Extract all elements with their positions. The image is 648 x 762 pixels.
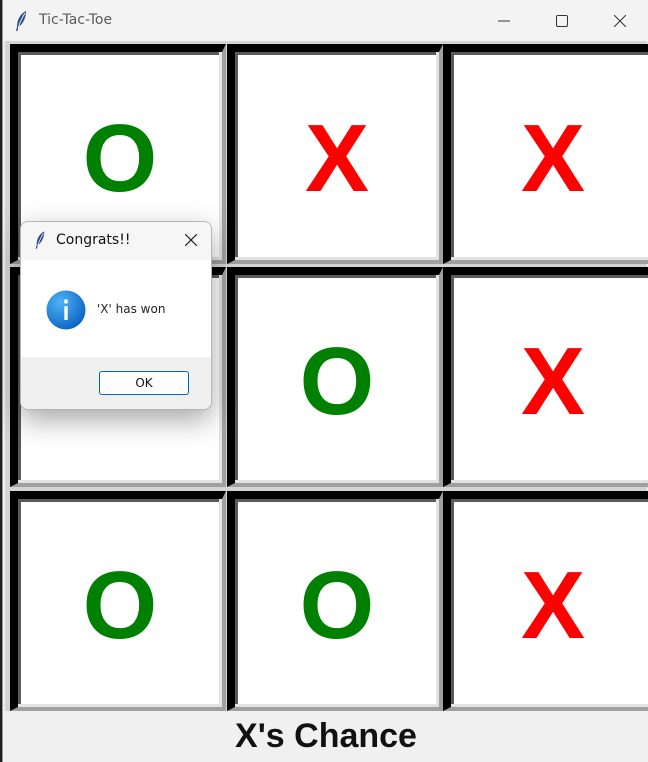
cell-mark: X xyxy=(520,105,586,212)
ok-button[interactable]: OK xyxy=(99,371,189,395)
dialog-body: 'X' has won xyxy=(21,260,211,357)
minimize-icon xyxy=(498,20,510,22)
close-icon xyxy=(185,234,197,246)
board-cell-5[interactable]: O xyxy=(227,267,443,487)
cell-mark: O xyxy=(299,328,375,435)
cell-mark: X xyxy=(520,328,586,435)
cell-mark: X xyxy=(304,105,370,212)
feather-icon xyxy=(16,11,26,31)
dialog-title-bar[interactable]: Congrats!! xyxy=(21,222,211,260)
congrats-dialog: Congrats!! 'X' has won OK xyxy=(20,221,212,410)
cell-mark: X xyxy=(520,552,586,659)
board-cell-9[interactable]: X xyxy=(443,491,648,711)
dialog-close-button[interactable] xyxy=(179,228,203,252)
board-cell-6[interactable]: X xyxy=(443,267,648,487)
cell-mark: O xyxy=(299,552,375,659)
cell-mark: O xyxy=(82,105,158,212)
maximize-button[interactable] xyxy=(533,0,591,42)
cell-mark: O xyxy=(82,552,158,659)
board-cell-8[interactable]: O xyxy=(227,491,443,711)
info-icon xyxy=(46,290,86,330)
window-title: Tic-Tac-Toe xyxy=(39,12,113,28)
board-cell-2[interactable]: X xyxy=(227,44,443,264)
dialog-title: Congrats!! xyxy=(56,232,131,248)
title-bar[interactable]: Tic-Tac-Toe xyxy=(3,0,648,42)
minimize-button[interactable] xyxy=(475,0,533,42)
dialog-footer: OK xyxy=(21,357,211,409)
board-cell-7[interactable]: O xyxy=(10,491,226,711)
dialog-message: 'X' has won xyxy=(97,302,166,316)
close-icon xyxy=(614,15,626,27)
close-button[interactable] xyxy=(591,0,648,42)
status-label: X's Chance xyxy=(5,711,647,762)
feather-icon xyxy=(35,231,45,249)
maximize-icon xyxy=(556,15,568,27)
board-cell-3[interactable]: X xyxy=(443,44,648,264)
